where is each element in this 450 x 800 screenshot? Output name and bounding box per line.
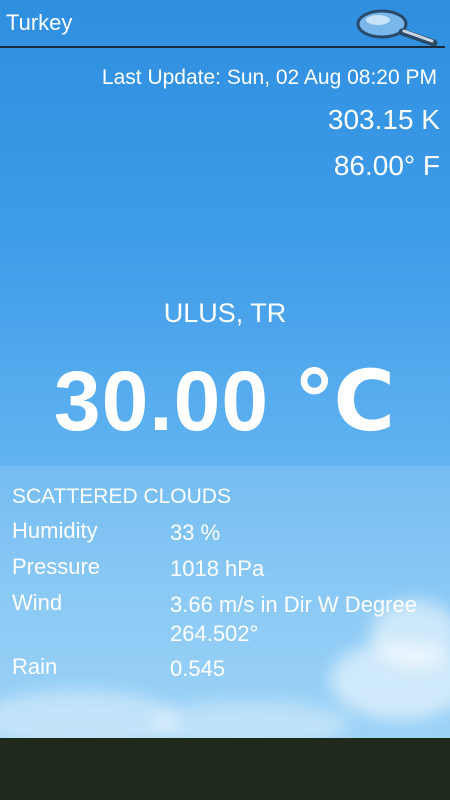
temperature-celsius: 30.00 ℃	[53, 354, 397, 448]
city-name: ULUS, TR	[163, 298, 287, 328]
pressure-label: Pressure	[12, 554, 101, 579]
humidity-value: 33 %	[170, 520, 221, 545]
search-icon	[356, 9, 438, 47]
rain-value: 0.545	[170, 656, 226, 681]
pressure-value: 1018 hPa	[170, 556, 265, 581]
weather-condition: SCATTERED CLOUDS	[12, 485, 231, 508]
weather-screen: Turkey Last Update: Sun, 02 Aug 08:20 PM…	[0, 0, 450, 800]
header-divider	[0, 46, 445, 48]
search-button[interactable]	[352, 6, 442, 47]
top-bar: Turkey	[0, 0, 450, 48]
humidity-label: Humidity	[12, 518, 98, 543]
country-title: Turkey	[6, 10, 73, 35]
last-update-text: Last Update: Sun, 02 Aug 08:20 PM	[101, 66, 437, 89]
temperature-fahrenheit: 86.00° F	[333, 150, 440, 181]
weather-details-panel: SCATTERED CLOUDS Humidity 33 % Pressure …	[0, 466, 450, 738]
wind-label: Wind	[12, 590, 63, 615]
wind-value: 3.66 m/s in Dir W Degree 264.502°	[170, 592, 417, 646]
temperature-kelvin: 303.15 K	[327, 104, 440, 135]
rain-label: Rain	[12, 654, 58, 679]
bottom-bar	[0, 738, 450, 800]
